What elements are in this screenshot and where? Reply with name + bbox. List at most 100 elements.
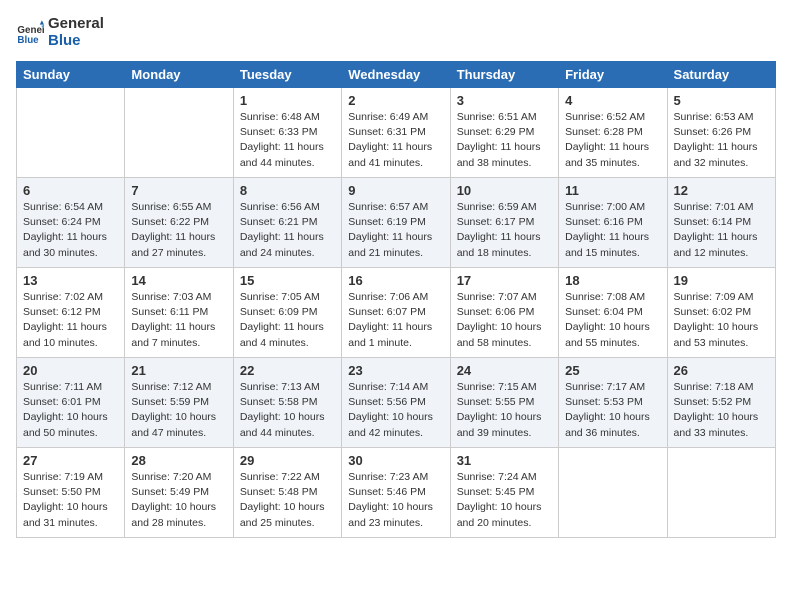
day-info: Sunrise: 6:52 AM Sunset: 6:28 PM Dayligh…: [565, 110, 660, 171]
calendar-cell: 3 Sunrise: 6:51 AM Sunset: 6:29 PM Daylig…: [450, 88, 558, 178]
day-info: Sunrise: 7:15 AM Sunset: 5:55 PM Dayligh…: [457, 380, 552, 441]
weekday-header: Thursday: [450, 62, 558, 88]
day-number: 7: [131, 183, 226, 198]
day-number: 11: [565, 183, 660, 198]
calendar-cell: 29Sunrise: 7:22 AM Sunset: 5:48 PM Dayli…: [233, 448, 341, 538]
day-number: 18: [565, 273, 660, 288]
page-header: General Blue General Blue: [16, 16, 776, 49]
calendar-week-row: 27 Sunrise: 7:19 AM Sunset: 5:50 PM Dayli…: [17, 448, 776, 538]
calendar-cell: 14 Sunrise: 7:03 AM Sunset: 6:11 PM Dayli…: [125, 268, 233, 358]
day-number: 3: [457, 93, 552, 108]
weekday-header: Sunday: [17, 62, 125, 88]
calendar-week-row: 13Sunrise: 7:02 AM Sunset: 6:12 PM Dayli…: [17, 268, 776, 358]
weekday-header: Wednesday: [342, 62, 450, 88]
day-number: 5: [674, 93, 769, 108]
day-number: 2: [348, 93, 443, 108]
day-number: 31: [457, 453, 552, 468]
calendar-cell: 17 Sunrise: 7:07 AM Sunset: 6:06 PM Dayli…: [450, 268, 558, 358]
calendar-cell: 22 Sunrise: 7:13 AM Sunset: 5:58 PM Dayli…: [233, 358, 341, 448]
weekday-header: Friday: [559, 62, 667, 88]
day-info: Sunrise: 7:14 AM Sunset: 5:56 PM Dayligh…: [348, 380, 443, 441]
calendar-cell: 30Sunrise: 7:23 AM Sunset: 5:46 PM Dayli…: [342, 448, 450, 538]
day-number: 17: [457, 273, 552, 288]
calendar-cell: 11 Sunrise: 7:00 AM Sunset: 6:16 PM Dayli…: [559, 178, 667, 268]
calendar-table: SundayMondayTuesdayWednesdayThursdayFrid…: [16, 61, 776, 538]
calendar-cell: 12 Sunrise: 7:01 AM Sunset: 6:14 PM Dayli…: [667, 178, 775, 268]
day-number: 14: [131, 273, 226, 288]
day-info: Sunrise: 7:22 AM Sunset: 5:48 PM Dayligh…: [240, 470, 335, 531]
calendar-week-row: 6 Sunrise: 6:54 AM Sunset: 6:24 PM Daylig…: [17, 178, 776, 268]
calendar-cell: [125, 88, 233, 178]
day-info: Sunrise: 7:18 AM Sunset: 5:52 PM Dayligh…: [674, 380, 769, 441]
calendar-cell: 24 Sunrise: 7:15 AM Sunset: 5:55 PM Dayli…: [450, 358, 558, 448]
calendar-cell: 10 Sunrise: 6:59 AM Sunset: 6:17 PM Dayli…: [450, 178, 558, 268]
day-number: 8: [240, 183, 335, 198]
day-info: Sunrise: 6:51 AM Sunset: 6:29 PM Dayligh…: [457, 110, 552, 171]
day-info: Sunrise: 7:05 AM Sunset: 6:09 PM Dayligh…: [240, 290, 335, 351]
day-number: 9: [348, 183, 443, 198]
day-number: 22: [240, 363, 335, 378]
calendar-cell: 25 Sunrise: 7:17 AM Sunset: 5:53 PM Dayli…: [559, 358, 667, 448]
day-number: 1: [240, 93, 335, 108]
calendar-cell: 31 Sunrise: 7:24 AM Sunset: 5:45 PM Dayli…: [450, 448, 558, 538]
day-info: Sunrise: 7:07 AM Sunset: 6:06 PM Dayligh…: [457, 290, 552, 351]
day-info: Sunrise: 7:00 AM Sunset: 6:16 PM Dayligh…: [565, 200, 660, 261]
calendar-cell: 16 Sunrise: 7:06 AM Sunset: 6:07 PM Dayli…: [342, 268, 450, 358]
day-info: Sunrise: 6:57 AM Sunset: 6:19 PM Dayligh…: [348, 200, 443, 261]
day-info: Sunrise: 7:01 AM Sunset: 6:14 PM Dayligh…: [674, 200, 769, 261]
day-number: 19: [674, 273, 769, 288]
day-number: 12: [674, 183, 769, 198]
day-info: Sunrise: 6:55 AM Sunset: 6:22 PM Dayligh…: [131, 200, 226, 261]
weekday-header: Tuesday: [233, 62, 341, 88]
calendar-cell: 27 Sunrise: 7:19 AM Sunset: 5:50 PM Dayli…: [17, 448, 125, 538]
day-info: Sunrise: 7:09 AM Sunset: 6:02 PM Dayligh…: [674, 290, 769, 351]
calendar-body: 1 Sunrise: 6:48 AM Sunset: 6:33 PM Daylig…: [17, 88, 776, 538]
day-info: Sunrise: 7:02 AM Sunset: 6:12 PM Dayligh…: [23, 290, 118, 351]
calendar-header-row: SundayMondayTuesdayWednesdayThursdayFrid…: [17, 62, 776, 88]
weekday-header: Monday: [125, 62, 233, 88]
calendar-cell: 26 Sunrise: 7:18 AM Sunset: 5:52 PM Dayli…: [667, 358, 775, 448]
day-number: 30: [348, 453, 443, 468]
day-number: 4: [565, 93, 660, 108]
day-info: Sunrise: 7:17 AM Sunset: 5:53 PM Dayligh…: [565, 380, 660, 441]
day-info: Sunrise: 7:03 AM Sunset: 6:11 PM Dayligh…: [131, 290, 226, 351]
weekday-header: Saturday: [667, 62, 775, 88]
day-number: 27: [23, 453, 118, 468]
calendar-cell: 23 Sunrise: 7:14 AM Sunset: 5:56 PM Dayli…: [342, 358, 450, 448]
day-number: 6: [23, 183, 118, 198]
day-info: Sunrise: 6:54 AM Sunset: 6:24 PM Dayligh…: [23, 200, 118, 261]
calendar-cell: 15Sunrise: 7:05 AM Sunset: 6:09 PM Dayli…: [233, 268, 341, 358]
day-info: Sunrise: 7:13 AM Sunset: 5:58 PM Dayligh…: [240, 380, 335, 441]
calendar-cell: 6 Sunrise: 6:54 AM Sunset: 6:24 PM Daylig…: [17, 178, 125, 268]
calendar-cell: 28 Sunrise: 7:20 AM Sunset: 5:49 PM Dayli…: [125, 448, 233, 538]
day-number: 10: [457, 183, 552, 198]
day-number: 23: [348, 363, 443, 378]
logo: General Blue General Blue: [16, 16, 104, 49]
calendar-cell: [667, 448, 775, 538]
logo-blue: Blue: [48, 33, 104, 50]
day-number: 25: [565, 363, 660, 378]
calendar-cell: 18 Sunrise: 7:08 AM Sunset: 6:04 PM Dayli…: [559, 268, 667, 358]
day-number: 24: [457, 363, 552, 378]
day-number: 21: [131, 363, 226, 378]
calendar-cell: 9 Sunrise: 6:57 AM Sunset: 6:19 PM Daylig…: [342, 178, 450, 268]
day-info: Sunrise: 7:06 AM Sunset: 6:07 PM Dayligh…: [348, 290, 443, 351]
calendar-cell: 13Sunrise: 7:02 AM Sunset: 6:12 PM Dayli…: [17, 268, 125, 358]
day-info: Sunrise: 7:24 AM Sunset: 5:45 PM Dayligh…: [457, 470, 552, 531]
day-number: 16: [348, 273, 443, 288]
calendar-cell: 20Sunrise: 7:11 AM Sunset: 6:01 PM Dayli…: [17, 358, 125, 448]
logo-general: General: [48, 16, 104, 33]
calendar-cell: [17, 88, 125, 178]
day-info: Sunrise: 7:08 AM Sunset: 6:04 PM Dayligh…: [565, 290, 660, 351]
day-info: Sunrise: 6:56 AM Sunset: 6:21 PM Dayligh…: [240, 200, 335, 261]
day-info: Sunrise: 7:20 AM Sunset: 5:49 PM Dayligh…: [131, 470, 226, 531]
day-info: Sunrise: 7:19 AM Sunset: 5:50 PM Dayligh…: [23, 470, 118, 531]
day-info: Sunrise: 6:48 AM Sunset: 6:33 PM Dayligh…: [240, 110, 335, 171]
day-info: Sunrise: 7:12 AM Sunset: 5:59 PM Dayligh…: [131, 380, 226, 441]
calendar-cell: 4 Sunrise: 6:52 AM Sunset: 6:28 PM Daylig…: [559, 88, 667, 178]
svg-text:Blue: Blue: [17, 34, 39, 45]
day-info: Sunrise: 6:59 AM Sunset: 6:17 PM Dayligh…: [457, 200, 552, 261]
calendar-cell: 7 Sunrise: 6:55 AM Sunset: 6:22 PM Daylig…: [125, 178, 233, 268]
day-number: 26: [674, 363, 769, 378]
day-number: 28: [131, 453, 226, 468]
